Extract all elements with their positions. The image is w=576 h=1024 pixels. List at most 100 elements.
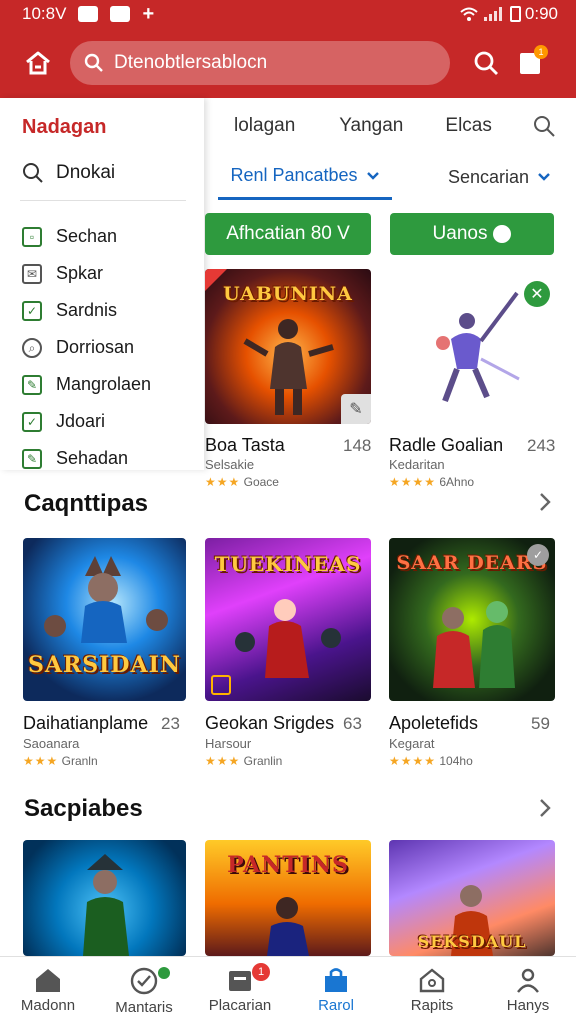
wifi-icon bbox=[460, 7, 478, 21]
chevron-right-icon[interactable] bbox=[536, 490, 554, 514]
tab-elcas[interactable]: Elcas bbox=[445, 115, 491, 137]
home-icon bbox=[36, 969, 60, 992]
drawer-item[interactable]: ✓ Sardnis bbox=[22, 292, 151, 329]
filter-dropdown-active[interactable]: Renl Pancatbes bbox=[218, 154, 392, 200]
game-count: 243 bbox=[527, 436, 556, 455]
status-time: 10:8V bbox=[22, 4, 67, 23]
nav-item-placarian[interactable]: 1 Placarian bbox=[192, 957, 288, 1024]
game-cover-title: SEKSDAUL bbox=[417, 932, 527, 951]
plus-icon: + bbox=[142, 3, 155, 25]
game-publisher: Kedaritan bbox=[389, 457, 445, 472]
filter-row: Renl Pancatbes Sencarian bbox=[204, 154, 576, 204]
close-icon[interactable]: ✕ bbox=[524, 281, 550, 307]
drawer-item[interactable]: ✎ Sehadan bbox=[22, 440, 151, 477]
game-card[interactable]: SAAR DEARS ✓ Apoletefids 59 Kegarat ★★★★… bbox=[389, 538, 555, 770]
hero-figure-icon bbox=[267, 897, 309, 956]
corner-badge-icon bbox=[205, 269, 227, 291]
game-title: Geokan Srigdes bbox=[205, 713, 335, 733]
chevron-down-icon bbox=[366, 171, 379, 180]
check-circle-icon bbox=[130, 967, 158, 995]
drawer-item[interactable]: ✎ Mangrolaen bbox=[22, 366, 151, 403]
search-icon bbox=[84, 53, 103, 72]
side-drawer: Nadagan Dnokai ▫ Sechan ✉ Spkar ✓ Sardnis ⌕… bbox=[0, 98, 204, 470]
search-icon[interactable] bbox=[532, 114, 556, 138]
search-input-text: Dtenobtlersablocn bbox=[114, 52, 268, 73]
game-cover: UABUNINA ✎ bbox=[205, 269, 371, 424]
game-count: 59 bbox=[531, 714, 550, 733]
tag-icon bbox=[211, 675, 231, 695]
game-rating: ★★★★ 6Ahno bbox=[389, 475, 475, 489]
nav-badge: 1 bbox=[252, 963, 270, 981]
game-card[interactable] bbox=[23, 840, 186, 956]
search-button[interactable] bbox=[470, 47, 502, 79]
game-card[interactable]: UABUNINA ✎ Boa Tasta 148 Selsakie ★★★ Go… bbox=[205, 269, 371, 491]
game-cover: TUEKINEAS bbox=[205, 538, 371, 701]
tab-lolagan[interactable]: lolagan bbox=[234, 115, 295, 137]
nav-item-madonn[interactable]: Madonn bbox=[0, 957, 96, 1024]
game-count: 148 bbox=[343, 436, 372, 455]
drawer-item[interactable]: ▫ Sechan bbox=[22, 218, 151, 255]
game-publisher: Selsakie bbox=[205, 457, 255, 472]
drawer-item[interactable]: ✓ Jdoari bbox=[22, 403, 151, 440]
game-card[interactable]: SEKSDAUL bbox=[389, 840, 555, 956]
bag-icon bbox=[325, 968, 347, 992]
drawer-item[interactable]: ✉ Spkar bbox=[22, 255, 151, 292]
status-clock: 0:90 bbox=[524, 4, 558, 23]
drawer-search[interactable]: Dnokai bbox=[22, 162, 115, 184]
drawer-list: ▫ Sechan ✉ Spkar ✓ Sardnis ⌕ Dorriosan ✎ Mang… bbox=[22, 218, 151, 477]
mail-icon bbox=[78, 6, 99, 22]
game-card[interactable]: TUEKINEAS Geokan Srigdes 63 Harsour ★★★ … bbox=[205, 538, 371, 770]
drawer-item[interactable]: ⌕ Dorriosan bbox=[22, 329, 151, 366]
search-input[interactable]: Dtenobtlersablocn bbox=[70, 41, 450, 85]
game-cover: PANTINS bbox=[205, 840, 371, 956]
hero-figure-icon bbox=[83, 854, 129, 956]
house-outline-icon bbox=[419, 968, 445, 993]
game-title: Boa Tasta bbox=[205, 435, 285, 455]
secondary-action-button[interactable]: Uanos bbox=[390, 213, 554, 255]
game-rating: ★★★★ 104ho bbox=[389, 754, 473, 768]
game-title: Radle Goalian bbox=[389, 435, 504, 455]
home-icon bbox=[26, 51, 50, 75]
check-circle-icon: ✓ bbox=[527, 544, 549, 566]
shop-icon bbox=[110, 6, 131, 22]
chevron-right-icon[interactable] bbox=[536, 796, 554, 820]
game-card[interactable]: PANTINS bbox=[205, 840, 371, 956]
notification-badge: 1 bbox=[534, 45, 548, 59]
search-icon: ⌕ bbox=[22, 337, 42, 358]
drawer-search-label: Dnokai bbox=[56, 162, 116, 183]
primary-action-button[interactable]: Afhcatian 80 V bbox=[205, 213, 371, 255]
check-icon: ✓ bbox=[22, 411, 42, 432]
game-cover-title: SARSIDAIN bbox=[28, 652, 181, 678]
check-icon: ✓ bbox=[22, 300, 42, 321]
game-rating: ★★★ Granln bbox=[23, 754, 98, 768]
top-tabs: lolagan Yangan Elcas bbox=[204, 98, 576, 154]
bottom-navigation: Madonn Mantaris 1 Placarian Rarol Rapits… bbox=[0, 956, 576, 1024]
drawer-divider bbox=[20, 200, 186, 201]
app-bar: Dtenobtlersablocn 1 bbox=[0, 28, 576, 98]
game-publisher: Harsour bbox=[205, 736, 252, 751]
nav-item-rapits[interactable]: Rapits bbox=[384, 957, 480, 1024]
battery-icon bbox=[509, 6, 521, 22]
tab-yangan[interactable]: Yangan bbox=[339, 115, 403, 137]
game-rating: ★★★ Granlin bbox=[205, 754, 283, 768]
game-count: 63 bbox=[343, 714, 362, 733]
game-card[interactable]: SARSIDAIN Daihatianplame 23 Saoanara ★★★… bbox=[23, 538, 186, 770]
drawer-title: Nadagan bbox=[22, 116, 107, 138]
chat-icon bbox=[493, 225, 512, 243]
filter-dropdown[interactable]: Sencarian bbox=[448, 154, 551, 200]
game-title: Daihatianplame bbox=[23, 713, 149, 733]
home-button[interactable] bbox=[20, 45, 56, 81]
game-rating: ★★★ Goace bbox=[205, 475, 279, 489]
game-card[interactable]: ✕ Radle Goalian 243 Kedaritan ★★★★ 6Ahno bbox=[389, 269, 556, 491]
game-title: Apoletefids bbox=[389, 713, 479, 733]
edit-icon: ✎ bbox=[341, 394, 371, 424]
section-title: Caqnttipas bbox=[24, 490, 149, 517]
nav-item-rarol[interactable]: Rarol bbox=[288, 957, 384, 1024]
chevron-down-icon bbox=[538, 173, 550, 181]
nav-item-hanys[interactable]: Hanys bbox=[480, 957, 576, 1024]
notification-button[interactable]: 1 bbox=[516, 45, 548, 77]
game-publisher: Saoanara bbox=[23, 736, 80, 751]
nav-item-mantaris[interactable]: Mantaris bbox=[96, 957, 192, 1024]
status-bar: 10:8V + 0:90 bbox=[0, 0, 576, 28]
signal-icon bbox=[483, 7, 504, 21]
